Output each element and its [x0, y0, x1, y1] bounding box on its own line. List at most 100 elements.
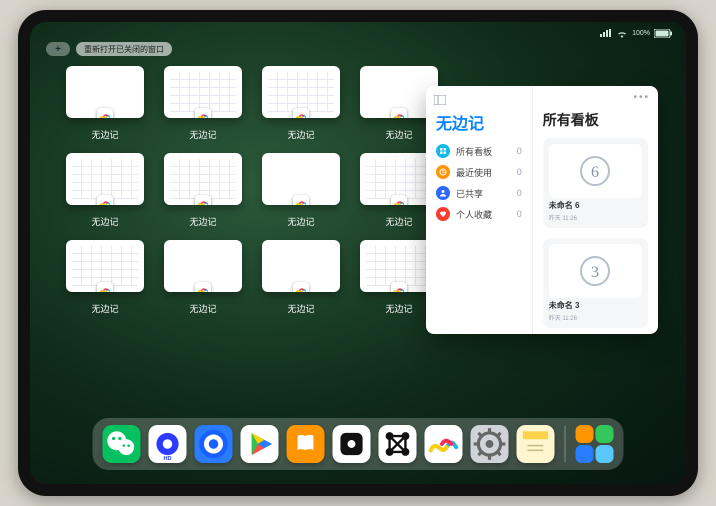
window-thumbnail[interactable]: 无边记 [66, 66, 144, 141]
freeform-app-badge-icon [195, 195, 211, 205]
board-name: 未命名 6 [549, 200, 642, 211]
window-label: 无边记 [189, 128, 216, 141]
window-label: 无边记 [385, 302, 412, 315]
dock: HD [93, 418, 624, 470]
wechat-icon [103, 425, 141, 463]
dock-recent-apps[interactable] [576, 425, 614, 463]
window-label: 无边记 [91, 128, 118, 141]
freeform-app-badge-icon [195, 108, 211, 118]
more-icon[interactable]: ••• [633, 92, 650, 103]
dock-app-dice[interactable] [333, 425, 371, 463]
nav-item-count: 0 [517, 146, 522, 156]
dice-icon [333, 425, 371, 463]
freeform-app-badge-icon [391, 195, 407, 205]
dock-app-quark[interactable]: HD [149, 425, 187, 463]
dock-app-notes[interactable] [517, 425, 555, 463]
nav-item-label: 个人收藏 [456, 208, 492, 221]
dock-app-wechat[interactable] [103, 425, 141, 463]
dock-app-settings[interactable] [471, 425, 509, 463]
new-window-button[interactable]: + [46, 42, 70, 56]
board-thumbnail: 3 [549, 244, 642, 298]
window-label: 无边记 [91, 215, 118, 228]
panel-app-title: 无边记 [436, 110, 522, 134]
reopen-label: 重新打开已关闭的窗口 [84, 44, 164, 55]
dock-app-browser[interactable] [195, 425, 233, 463]
svg-text:HD: HD [164, 456, 172, 462]
dock-app-books[interactable] [287, 425, 325, 463]
window-thumbnail[interactable]: 无边记 [66, 240, 144, 315]
app-expose-grid: 无边记无边记无边记无边记无边记无边记无边记无边记无边记无边记无边记无边记 [66, 66, 436, 315]
freeform-panel[interactable]: ••• 无边记 所有看板 0 最近使用0 已共享0 个人收藏 0 所有看板 6 未命名 6 昨… [426, 86, 658, 334]
books-icon [287, 425, 325, 463]
window-preview [164, 66, 242, 118]
window-preview [262, 66, 340, 118]
nav-item-label: 所有看板 [456, 145, 492, 158]
window-thumbnail[interactable]: 无边记 [66, 153, 144, 228]
nav-item-clock[interactable]: 最近使用0 [436, 165, 522, 179]
window-preview [262, 240, 340, 292]
board-card[interactable]: 3 未命名 3 昨天 11:26 [543, 238, 648, 328]
panel-content-title: 所有看板 [543, 110, 648, 130]
panel-nav-list: 所有看板 0 最近使用0 已共享0 个人收藏 0 [436, 144, 522, 221]
window-thumbnail[interactable]: 无边记 [164, 66, 242, 141]
freeform-app-badge-icon [293, 282, 309, 292]
grid-icon [436, 144, 450, 158]
freeform-app-badge-icon [293, 108, 309, 118]
panel-content: 所有看板 6 未命名 6 昨天 11:26 3 未命名 3 昨天 11:26 [533, 86, 658, 334]
nav-item-count: 0 [517, 209, 522, 219]
screen: 100% + 重新打开已关闭的窗口 无边记无边记无边记无边记无边记无边记无边记无… [30, 22, 686, 484]
person-icon [436, 186, 450, 200]
freeform-app-badge-icon [97, 108, 113, 118]
dock-app-freeform[interactable] [425, 425, 463, 463]
window-thumbnail[interactable]: 无边记 [262, 153, 340, 228]
sidebar-toggle-icon[interactable] [434, 92, 446, 110]
freeform-app-badge-icon [293, 195, 309, 205]
cellular-signal-icon [600, 29, 612, 37]
dock-app-play[interactable] [241, 425, 279, 463]
nav-item-grid[interactable]: 所有看板 0 [436, 144, 522, 158]
window-preview [66, 153, 144, 205]
window-thumbnail[interactable]: 无边记 [262, 66, 340, 141]
window-preview [164, 153, 242, 205]
notes-icon [517, 425, 555, 463]
window-label: 无边记 [189, 302, 216, 315]
board-date: 昨天 11:26 [549, 313, 642, 322]
dock-separator [565, 426, 566, 462]
status-bar: 100% [30, 26, 686, 40]
nav-item-person[interactable]: 已共享0 [436, 186, 522, 200]
window-label: 无边记 [91, 302, 118, 315]
board-list: 6 未命名 6 昨天 11:26 3 未命名 3 昨天 11:26 [543, 138, 648, 328]
window-thumbnail[interactable]: 无边记 [262, 240, 340, 315]
nav-item-heart[interactable]: 个人收藏 0 [436, 207, 522, 221]
settings-icon [471, 425, 509, 463]
window-thumbnail[interactable]: 无边记 [164, 240, 242, 315]
reopen-closed-window-button[interactable]: 重新打开已关闭的窗口 [76, 42, 172, 56]
board-thumbnail: 6 [549, 144, 642, 198]
nav-item-count: 0 [517, 188, 522, 198]
window-label: 无边记 [287, 302, 314, 315]
freeform-app-badge-icon [195, 282, 211, 292]
window-label: 无边记 [287, 128, 314, 141]
svg-text:3: 3 [591, 264, 599, 281]
window-preview [66, 66, 144, 118]
window-label: 无边记 [385, 128, 412, 141]
ipad-frame: 100% + 重新打开已关闭的窗口 无边记无边记无边记无边记无边记无边记无边记无… [18, 10, 698, 496]
dock-app-graph[interactable] [379, 425, 417, 463]
freeform-app-badge-icon [391, 282, 407, 292]
board-date: 昨天 11:26 [549, 213, 642, 222]
window-label: 无边记 [385, 215, 412, 228]
window-preview [262, 153, 340, 205]
play-icon [241, 425, 279, 463]
window-preview [66, 240, 144, 292]
window-preview [164, 240, 242, 292]
freeform-icon [425, 425, 463, 463]
svg-text:6: 6 [591, 164, 599, 181]
board-card[interactable]: 6 未命名 6 昨天 11:26 [543, 138, 648, 228]
battery-icon [654, 29, 672, 38]
freeform-app-badge-icon [391, 108, 407, 118]
graph-icon [379, 425, 417, 463]
board-name: 未命名 3 [549, 300, 642, 311]
heart-icon [436, 207, 450, 221]
browser-icon [195, 425, 233, 463]
window-thumbnail[interactable]: 无边记 [164, 153, 242, 228]
